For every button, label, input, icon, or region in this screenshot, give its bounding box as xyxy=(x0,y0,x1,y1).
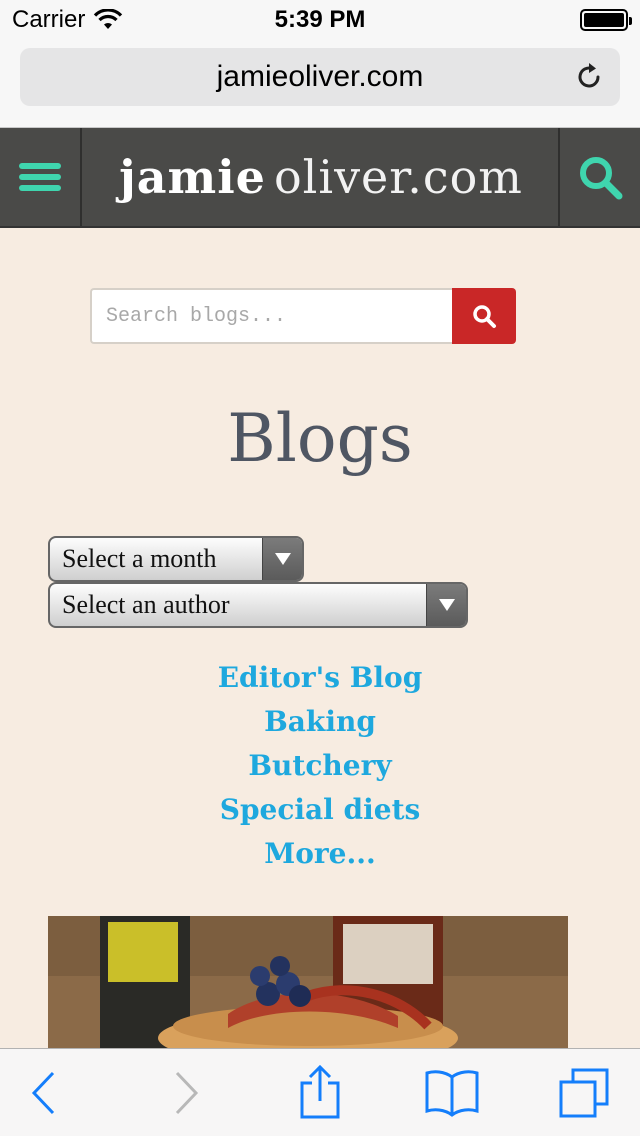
hamburger-icon xyxy=(19,158,61,196)
blog-hero-image[interactable] xyxy=(48,916,568,1048)
reload-icon[interactable] xyxy=(574,62,604,92)
chevron-down-icon xyxy=(262,538,302,580)
battery-level xyxy=(584,13,624,27)
author-select-value: Select an author xyxy=(62,590,230,619)
address-bar[interactable]: jamieoliver.com xyxy=(20,48,620,106)
blog-search-input[interactable] xyxy=(90,288,452,344)
forward-button[interactable] xyxy=(156,1067,216,1119)
tabs-icon xyxy=(559,1068,609,1118)
browser-toolbar xyxy=(0,1048,640,1136)
status-left: Carrier xyxy=(12,6,123,34)
book-icon xyxy=(425,1070,479,1117)
chevron-left-icon xyxy=(31,1071,55,1115)
status-bar: Carrier 5:39 PM xyxy=(0,0,640,40)
header-search-button[interactable] xyxy=(558,128,640,226)
menu-button[interactable] xyxy=(0,128,82,226)
share-icon xyxy=(300,1065,340,1119)
blog-search-button[interactable] xyxy=(452,288,516,344)
category-link-baking[interactable]: Baking xyxy=(0,700,640,744)
page-title: Blogs xyxy=(227,400,413,477)
carrier-label: Carrier xyxy=(12,6,86,33)
category-link-special-diets[interactable]: Special diets xyxy=(0,788,640,832)
logo-jamie: jamie xyxy=(119,150,266,204)
search-icon xyxy=(580,157,623,200)
logo-oliver: oliver.com xyxy=(273,150,523,204)
browser-address-area: jamieoliver.com xyxy=(0,40,640,128)
tabs-button[interactable] xyxy=(554,1067,614,1119)
category-link-more[interactable]: More... xyxy=(0,832,640,876)
search-icon xyxy=(473,305,496,328)
back-button[interactable] xyxy=(14,1067,74,1119)
url-text: jamieoliver.com xyxy=(216,60,424,93)
author-select[interactable]: Select an author xyxy=(48,582,468,628)
month-select-value: Select a month xyxy=(62,544,217,573)
bookmarks-button[interactable] xyxy=(422,1067,482,1119)
category-link-editors-blog[interactable]: Editor's Blog xyxy=(0,656,640,700)
wifi-icon xyxy=(94,9,123,29)
site-header: jamie oliver.com xyxy=(0,128,640,228)
chevron-right-icon xyxy=(175,1071,199,1115)
site-logo[interactable]: jamie oliver.com xyxy=(84,128,558,226)
month-select[interactable]: Select a month xyxy=(48,536,304,582)
category-link-butchery[interactable]: Butchery xyxy=(0,744,640,788)
blog-search-form xyxy=(90,288,516,344)
chevron-down-icon xyxy=(426,584,466,626)
share-button[interactable] xyxy=(290,1065,350,1119)
battery-icon xyxy=(580,9,632,31)
hero-image-drawing xyxy=(48,916,568,1048)
category-links: Editor's Blog Baking Butchery Special di… xyxy=(0,656,640,876)
